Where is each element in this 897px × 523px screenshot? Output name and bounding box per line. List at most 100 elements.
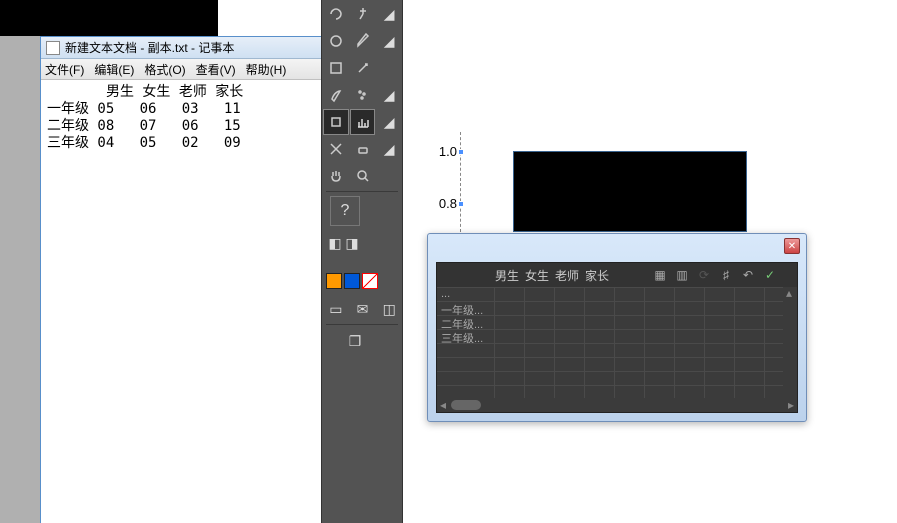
cell[interactable] [675, 372, 705, 385]
cell[interactable] [555, 358, 585, 371]
cell[interactable] [735, 358, 765, 371]
cell[interactable] [705, 372, 735, 385]
cell[interactable] [645, 344, 675, 357]
table-row[interactable]: 二年级... [437, 315, 797, 329]
axis-handle-lower[interactable] [458, 201, 464, 207]
cell[interactable] [525, 386, 555, 398]
cell[interactable] [495, 288, 525, 301]
cell[interactable] [525, 288, 555, 301]
panel-tool-1-icon[interactable]: ▦ [651, 266, 669, 284]
overlay-icon[interactable]: ◫ [376, 296, 402, 322]
vertical-scrollbar[interactable]: ▴ [783, 287, 797, 398]
cell[interactable] [705, 288, 735, 301]
col-header[interactable]: 男生 [492, 267, 522, 284]
cell[interactable] [555, 302, 585, 315]
cell[interactable] [585, 302, 615, 315]
close-button[interactable]: ✕ [784, 238, 800, 254]
tool-picker-icon[interactable] [323, 109, 349, 135]
cell[interactable] [675, 330, 705, 343]
cell[interactable] [675, 344, 705, 357]
cell[interactable] [615, 386, 645, 398]
cell[interactable] [525, 316, 555, 329]
cell[interactable] [585, 358, 615, 371]
swatch-bg-icon[interactable]: ◨ [344, 235, 360, 251]
table-row[interactable] [437, 371, 797, 385]
tool-hand-icon[interactable] [323, 163, 349, 189]
tool-corner-icon[interactable]: ◢ [376, 1, 402, 27]
cell[interactable] [705, 344, 735, 357]
cell[interactable] [675, 316, 705, 329]
cell[interactable] [585, 288, 615, 301]
cell[interactable] [495, 316, 525, 329]
cell[interactable] [645, 288, 675, 301]
cell[interactable] [525, 302, 555, 315]
tool-erase-icon[interactable] [350, 136, 376, 162]
cell[interactable] [675, 302, 705, 315]
cell[interactable] [555, 386, 585, 398]
notepad-body[interactable]: 男生 女生 老师 家长 一年级 05 06 03 11 二年级 08 07 06… [41, 80, 321, 156]
cell[interactable] [645, 316, 675, 329]
table-row[interactable]: 一年级... [437, 301, 797, 315]
tool-wand-icon[interactable] [350, 55, 376, 81]
horizontal-scrollbar[interactable]: ◂▸ [437, 398, 797, 412]
tool-corner5-icon[interactable]: ◢ [376, 136, 402, 162]
tool-corner2-icon[interactable]: ◢ [376, 28, 402, 54]
cell[interactable] [555, 344, 585, 357]
cell[interactable] [525, 344, 555, 357]
panel-undo-icon[interactable]: ↶ [739, 266, 757, 284]
table-row[interactable]: ... [437, 287, 797, 301]
cell[interactable] [645, 372, 675, 385]
cell[interactable] [495, 330, 525, 343]
cell[interactable] [615, 288, 645, 301]
cell[interactable] [615, 302, 645, 315]
cell[interactable] [615, 372, 645, 385]
cell[interactable] [525, 372, 555, 385]
table-row[interactable] [437, 343, 797, 357]
table-row[interactable] [437, 385, 797, 398]
cell[interactable] [705, 358, 735, 371]
cell[interactable] [555, 288, 585, 301]
panel-confirm-icon[interactable]: ✓ [761, 266, 779, 284]
cell[interactable] [615, 344, 645, 357]
cell[interactable] [735, 330, 765, 343]
cell[interactable] [735, 372, 765, 385]
cell[interactable] [735, 386, 765, 398]
cell[interactable] [705, 316, 735, 329]
table-row[interactable]: 三年级... [437, 329, 797, 343]
cell[interactable] [645, 302, 675, 315]
tool-palette-icon[interactable] [323, 28, 349, 54]
swatch-orange[interactable] [326, 273, 342, 289]
windows-icon[interactable]: ❐ [342, 328, 368, 354]
cell[interactable] [585, 372, 615, 385]
cell[interactable] [585, 344, 615, 357]
cell[interactable] [705, 302, 735, 315]
menu-edit[interactable]: 编辑(E) [94, 61, 134, 78]
cell[interactable] [645, 330, 675, 343]
screen-mode-icon[interactable]: ▭ [323, 296, 349, 322]
cell[interactable] [525, 330, 555, 343]
cell[interactable] [555, 316, 585, 329]
tool-lasso-icon[interactable] [323, 1, 349, 27]
col-header[interactable]: 家长 [582, 267, 612, 284]
swatch-blue[interactable] [344, 273, 360, 289]
cell[interactable] [585, 316, 615, 329]
cell[interactable] [705, 330, 735, 343]
tool-zoom-icon[interactable] [350, 163, 376, 189]
menu-file[interactable]: 文件(F) [45, 61, 84, 78]
tool-corner3-icon[interactable]: ◢ [376, 82, 402, 108]
cell[interactable] [615, 358, 645, 371]
tool-corner4-icon[interactable]: ◢ [376, 109, 402, 135]
cell[interactable] [705, 386, 735, 398]
cell[interactable] [645, 358, 675, 371]
cell[interactable] [525, 358, 555, 371]
panel-tool-2-icon[interactable]: ▥ [673, 266, 691, 284]
cell[interactable] [615, 316, 645, 329]
cell[interactable] [675, 386, 705, 398]
chart-placeholder[interactable] [513, 151, 747, 232]
cell[interactable] [675, 288, 705, 301]
tool-pen-icon[interactable] [350, 28, 376, 54]
cell[interactable] [495, 386, 525, 398]
cell[interactable] [735, 288, 765, 301]
panel-crop-icon[interactable]: ♯ [717, 266, 735, 284]
tool-brush-icon[interactable] [323, 82, 349, 108]
